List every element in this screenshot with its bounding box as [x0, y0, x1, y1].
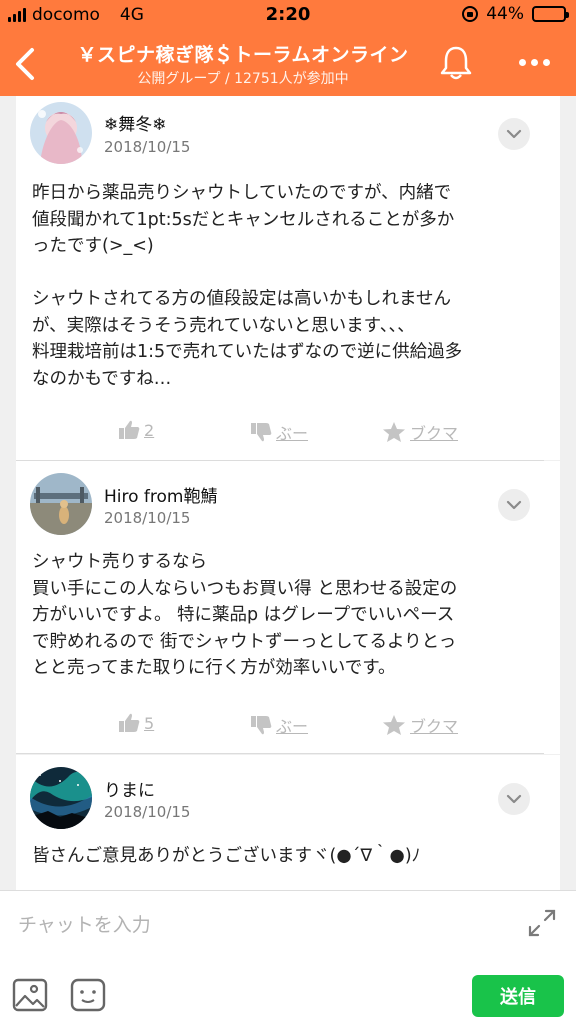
post-menu-button[interactable] [498, 783, 530, 815]
chevron-down-icon [506, 129, 522, 139]
user-name[interactable]: りまに [104, 776, 155, 801]
battery-icon [532, 6, 569, 22]
back-arrow-icon [16, 48, 34, 80]
post-date: 2018/10/15 [104, 803, 191, 821]
chat-input[interactable] [18, 905, 498, 945]
thumbs-up-icon [119, 713, 140, 732]
post-card: ❄舞冬❄ 2018/10/15 昨日から薬品売りシャウトしていたのですが、内緒で… [16, 96, 560, 461]
like-count: 5 [144, 713, 155, 733]
thumbs-down-icon [251, 716, 272, 735]
status-bar: docomo 4G 2:20 44% [0, 0, 576, 30]
post-menu-button[interactable] [498, 118, 530, 150]
bookmark-label: ブクマ [410, 717, 459, 736]
like-button[interactable]: 2 [118, 420, 154, 440]
back-button[interactable] [8, 44, 44, 84]
avatar[interactable] [30, 102, 92, 164]
rotation-lock-icon [462, 6, 479, 22]
more-dots-icon [518, 58, 526, 66]
thumbs-up-icon [119, 420, 140, 439]
status-right: 44% [462, 4, 569, 24]
notification-button[interactable] [438, 44, 474, 82]
send-button[interactable]: 送信 [472, 975, 564, 1017]
image-button[interactable] [12, 977, 48, 1013]
app-header: ￥スピナ稼ぎ隊＄トーラムオンライン 公開グループ / 12751人が参加中 [0, 30, 576, 96]
boo-button[interactable]: ぶー [250, 420, 308, 444]
divider [16, 753, 544, 754]
post-body: 昨日から薬品売りシャウトしていたのですが、内緒で 値段聞かれて1pt:5sだとキ… [32, 183, 463, 389]
bell-icon [440, 46, 472, 80]
post-date: 2018/10/15 [104, 509, 191, 527]
post-body: 皆さんご意見ありがとうございますヾ(●´∇｀●)ﾉ [32, 846, 421, 866]
sticker-button[interactable] [70, 977, 106, 1013]
group-subtitle: 公開グループ / 12751人が参加中 [137, 71, 349, 87]
user-name[interactable]: Hiro from鞄鯖 [104, 482, 218, 507]
post-feed[interactable]: ❄舞冬❄ 2018/10/15 昨日から薬品売りシャウトしていたのですが、内緒で… [0, 96, 576, 890]
sticker-icon [70, 978, 106, 1012]
chevron-down-icon [506, 500, 522, 510]
avatar[interactable] [30, 473, 92, 535]
post-menu-button[interactable] [498, 489, 530, 521]
bookmark-button[interactable]: ブクマ [382, 713, 458, 737]
star-icon [383, 715, 405, 735]
post-date: 2018/10/15 [104, 138, 191, 156]
expand-button[interactable] [526, 907, 558, 939]
like-count: 2 [144, 420, 155, 440]
bookmark-button[interactable]: ブクマ [382, 420, 458, 444]
boo-button[interactable]: ぶー [250, 713, 308, 737]
like-button[interactable]: 5 [118, 713, 154, 733]
chevron-down-icon [506, 794, 522, 804]
avatar[interactable] [30, 767, 92, 829]
star-icon [383, 422, 405, 442]
boo-label: ぶー [276, 717, 309, 736]
post-card: Hiro from鞄鯖 2018/10/15 シャウト売りするなら 買い手にこの… [16, 461, 560, 754]
bookmark-label: ブクマ [410, 424, 459, 443]
image-icon [12, 978, 48, 1012]
group-title[interactable]: ￥スピナ稼ぎ隊＄トーラムオンライン [60, 40, 426, 67]
user-name[interactable]: ❄舞冬❄ [104, 110, 167, 135]
expand-icon [528, 909, 556, 937]
more-options-button[interactable] [510, 50, 558, 74]
thumbs-down-icon [251, 423, 272, 442]
post-card: りまに 2018/10/15 皆さんご意見ありがとうございますヾ(●´∇｀●)ﾉ [16, 755, 560, 890]
chat-composer: 送信 [0, 890, 576, 1024]
post-body: シャウト売りするなら 買い手にこの人ならいつもお買い得 と思わせる設定の 方がい… [32, 552, 458, 678]
boo-label: ぶー [276, 424, 309, 443]
battery-percent: 44% [486, 4, 524, 24]
